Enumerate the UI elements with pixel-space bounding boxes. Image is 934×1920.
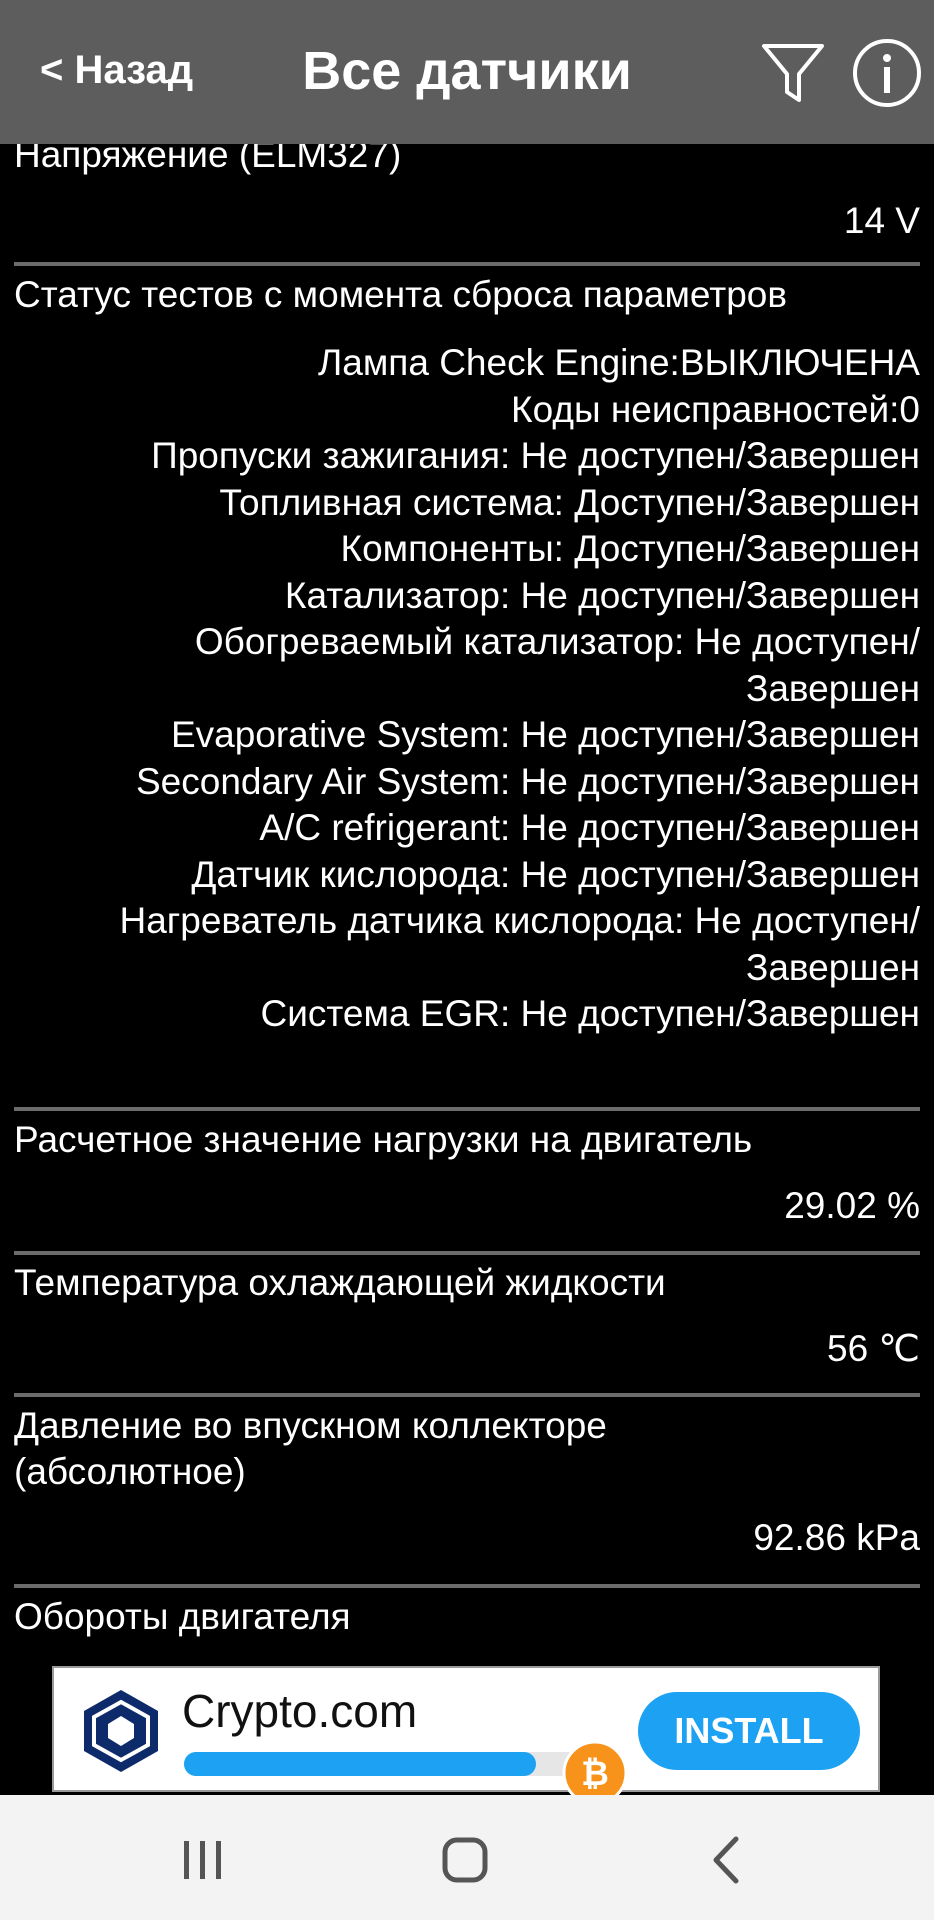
sensor-label: Давление во впускном коллекторе (абсолют… <box>14 1405 607 1492</box>
ad-banner[interactable]: Crypto.com ₿ INSTALL <box>52 1666 880 1806</box>
sensor-list[interactable]: Напряжение (ELM327) 14 V Статус тестов с… <box>0 0 934 1795</box>
sensor-engine-load[interactable]: Расчетное значение нагрузки на двигатель… <box>14 1117 920 1229</box>
sensor-intake-pressure[interactable]: Давление во впускном коллекторе (абсолют… <box>14 1403 920 1561</box>
test-status-line: Нагреватель датчика кислорода: Не доступ… <box>119 900 920 988</box>
sensor-engine-rpm[interactable]: Обороты двигателя <box>14 1594 920 1640</box>
sensor-value: 29.02 % <box>784 1185 920 1226</box>
sensor-voltage[interactable]: Напряжение (ELM327) 14 V <box>14 132 920 244</box>
sensor-tests-status[interactable]: Статус тестов с момента сброса параметро… <box>14 272 920 1038</box>
divider <box>14 1584 920 1588</box>
test-status-line: Evaporative System: Не доступен/Завершен <box>170 714 920 755</box>
sensor-value: 14 V <box>843 200 920 241</box>
recent-apps-icon[interactable] <box>168 1825 238 1895</box>
test-status-line: Лампа Check Engine:ВЫКЛЮЧЕНА <box>318 342 920 383</box>
back-nav-icon[interactable] <box>692 1825 762 1895</box>
sensor-label: Температура охлаждающей жидкости <box>14 1262 666 1303</box>
divider <box>14 1107 920 1111</box>
sensor-value: 56 ℃ <box>827 1328 920 1369</box>
home-icon[interactable] <box>430 1825 500 1895</box>
test-status-line: Secondary Air System: Не доступен/Заверш… <box>136 760 920 802</box>
filter-icon[interactable] <box>756 36 830 110</box>
system-nav-bar <box>0 1795 934 1920</box>
sensor-value: 92.86 kPa <box>753 1517 920 1558</box>
sensor-label: Статус тестов с момента сброса параметро… <box>14 274 788 315</box>
svg-text:₿: ₿ <box>581 1754 609 1794</box>
top-bar: < Назад Все датчики <box>0 0 934 144</box>
ad-progress-fill <box>184 1752 536 1776</box>
test-status-line: Топливная система: Доступен/Завершен <box>219 481 920 523</box>
back-button[interactable]: < Назад <box>40 48 193 93</box>
ad-brand-name: Crypto.com <box>182 1685 418 1737</box>
install-button[interactable]: INSTALL <box>638 1692 860 1770</box>
ad-progress-bar <box>184 1752 624 1776</box>
crypto-com-logo <box>84 1690 158 1772</box>
test-status-line: Компоненты: Доступен/Завершен <box>340 528 920 569</box>
info-icon[interactable] <box>850 36 924 110</box>
tests-status-lines: Лампа Check Engine:ВЫКЛЮЧЕНА Коды неиспра… <box>14 340 920 1038</box>
sensor-label: Обороты двигателя <box>14 1596 351 1637</box>
test-status-line: Обогреваемый катализатор: Не доступен/ З… <box>194 621 920 709</box>
test-status-line: Пропуски зажигания: Не доступен/Завершен <box>151 435 920 476</box>
test-status-line: Катализатор: Не доступен/Завершен <box>284 574 920 616</box>
sensor-label: Расчетное значение нагрузки на двигатель <box>14 1119 753 1160</box>
test-status-line: A/C refrigerant: Не доступен/Завершен <box>259 807 920 848</box>
test-status-line: Коды неисправностей:0 <box>511 388 920 430</box>
divider <box>14 262 920 266</box>
sensor-coolant-temp[interactable]: Температура охлаждающей жидкости 56 ℃ <box>14 1260 920 1372</box>
test-status-line: Датчик кислорода: Не доступен/Завершен <box>191 853 920 895</box>
test-status-line: Система EGR: Не доступен/Завершен <box>260 993 920 1034</box>
divider <box>14 1251 920 1255</box>
divider <box>14 1393 920 1397</box>
